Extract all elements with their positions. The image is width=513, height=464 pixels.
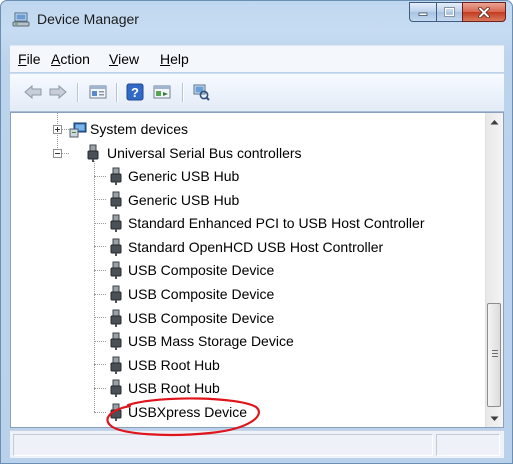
usb-device-item[interactable]: Generic USB Hub bbox=[11, 189, 481, 212]
expand-toggle[interactable] bbox=[53, 125, 62, 134]
vertical-scrollbar[interactable] bbox=[485, 113, 503, 427]
usb-plug-icon bbox=[110, 167, 122, 185]
device-tree-panel: System devices Universal Serial Bus cont… bbox=[10, 112, 504, 428]
usb-device-label: USBXpress Device bbox=[128, 404, 248, 420]
usb-device-item[interactable]: USB Composite Device bbox=[11, 283, 481, 306]
usb-device-item[interactable]: Standard Enhanced PCI to USB Host Contro… bbox=[11, 212, 481, 235]
scrollbar-thumb[interactable] bbox=[487, 303, 501, 407]
usb-device-item[interactable]: USB Root Hub bbox=[11, 377, 481, 400]
device-manager-icon bbox=[12, 12, 30, 27]
usb-device-item[interactable]: USBXpress Device bbox=[11, 401, 481, 424]
status-cell-main bbox=[13, 434, 433, 456]
properties-icon bbox=[89, 85, 107, 99]
usb-device-item[interactable]: Generic USB Hub bbox=[11, 165, 481, 188]
back-arrow-icon bbox=[24, 84, 42, 100]
help-icon: ? bbox=[126, 83, 144, 101]
scan-hardware-icon bbox=[193, 84, 210, 101]
usb-plug-icon bbox=[110, 214, 122, 233]
usb-device-label: Generic USB Hub bbox=[128, 191, 240, 208]
system-devices-icon bbox=[69, 122, 87, 138]
tree-category-usb-controllers[interactable]: Universal Serial Bus controllers bbox=[11, 142, 481, 165]
window-title: Device Manager bbox=[37, 11, 139, 27]
back-button[interactable] bbox=[23, 82, 43, 102]
scroll-down-arrow-icon bbox=[490, 416, 499, 421]
usb-device-item[interactable]: USB Composite Device bbox=[11, 259, 481, 282]
usb-plug-icon bbox=[110, 309, 122, 327]
scroll-down-button[interactable] bbox=[486, 410, 503, 427]
usb-device-label: USB Composite Device bbox=[128, 309, 275, 326]
tree-category-system-devices[interactable]: System devices bbox=[11, 118, 481, 141]
close-button[interactable] bbox=[462, 2, 506, 22]
device-tree[interactable]: System devices Universal Serial Bus cont… bbox=[11, 113, 487, 427]
usb-device-label: USB Root Hub bbox=[128, 380, 220, 397]
minimize-icon bbox=[418, 12, 428, 16]
maximize-icon bbox=[444, 7, 455, 17]
menu-help[interactable]: Help bbox=[160, 51, 189, 67]
usb-plug-icon bbox=[110, 332, 122, 351]
toolbar-separator bbox=[77, 83, 79, 102]
usb-plug-icon bbox=[110, 356, 122, 374]
usb-device-item[interactable]: USB Composite Device bbox=[11, 307, 481, 330]
forward-arrow-icon bbox=[49, 84, 67, 100]
usb-device-label: Standard OpenHCD USB Host Controller bbox=[128, 238, 384, 255]
forward-button[interactable] bbox=[48, 82, 68, 102]
usb-plug-icon bbox=[110, 379, 122, 398]
show-hide-icon bbox=[153, 85, 171, 99]
usb-device-label: Generic USB Hub bbox=[128, 168, 240, 184]
minimize-button[interactable] bbox=[409, 2, 436, 22]
scroll-up-button[interactable] bbox=[486, 113, 503, 130]
grip-line bbox=[492, 356, 498, 357]
toolbar: ? bbox=[10, 73, 504, 112]
usb-plug-icon bbox=[110, 403, 122, 421]
usb-device-label: USB Mass Storage Device bbox=[128, 333, 294, 350]
tree-category-label: System devices bbox=[90, 121, 189, 137]
usb-device-item[interactable]: USB Root Hub bbox=[11, 354, 481, 377]
usb-device-label: USB Root Hub bbox=[128, 356, 220, 373]
usb-plug-icon bbox=[110, 191, 122, 209]
grip-line bbox=[492, 353, 498, 354]
menu-action[interactable]: Action bbox=[51, 51, 90, 67]
menu-view[interactable]: View bbox=[109, 51, 139, 67]
svg-text:?: ? bbox=[131, 85, 139, 100]
usb-device-item[interactable]: Standard OpenHCD USB Host Controller bbox=[11, 236, 481, 259]
toolbar-separator bbox=[182, 83, 184, 102]
usb-plug-icon bbox=[110, 285, 122, 303]
toolbar-separator bbox=[116, 83, 118, 102]
grip-line bbox=[492, 350, 498, 351]
properties-button[interactable] bbox=[88, 82, 108, 102]
scan-hardware-button[interactable] bbox=[191, 82, 211, 102]
usb-plug-icon bbox=[110, 238, 122, 256]
tree-category-label: Universal Serial Bus controllers bbox=[107, 145, 302, 161]
caption-buttons bbox=[409, 2, 506, 22]
usb-device-item[interactable]: USB Mass Storage Device bbox=[11, 330, 481, 353]
device-manager-window: Device Manager File Action View Help ? S… bbox=[0, 0, 513, 464]
usb-device-label: USB Composite Device bbox=[128, 262, 275, 279]
close-icon bbox=[478, 6, 490, 18]
usb-plug-icon bbox=[110, 261, 122, 280]
status-bar bbox=[10, 430, 504, 458]
usb-device-label: Standard Enhanced PCI to USB Host Contro… bbox=[128, 215, 425, 232]
status-cell-secondary bbox=[436, 434, 500, 456]
menu-file[interactable]: File bbox=[18, 51, 41, 67]
usb-plug-icon bbox=[87, 144, 99, 162]
collapse-toggle[interactable] bbox=[53, 149, 62, 158]
maximize-button[interactable] bbox=[436, 2, 462, 22]
menu-bar: File Action View Help bbox=[10, 45, 504, 72]
scroll-up-arrow-icon bbox=[490, 119, 499, 124]
show-hide-button[interactable] bbox=[152, 82, 172, 102]
help-button[interactable]: ? bbox=[125, 82, 145, 102]
usb-device-label: USB Composite Device bbox=[128, 286, 275, 302]
title-bar[interactable]: Device Manager bbox=[1, 1, 512, 37]
